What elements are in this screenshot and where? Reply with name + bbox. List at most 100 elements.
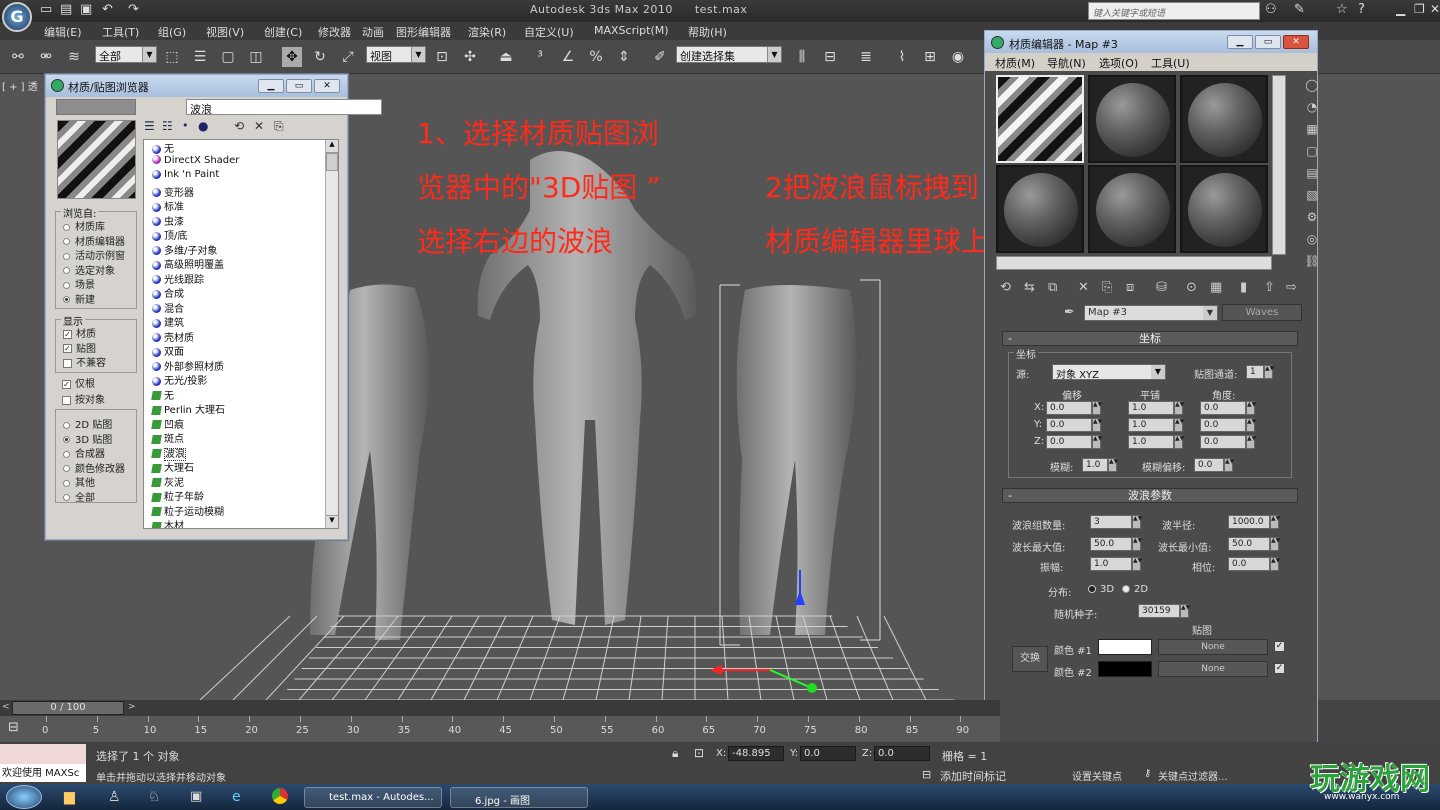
dist-3d-radio[interactable]: 3D: [1088, 584, 1114, 595]
map-type-radio-2[interactable]: 合成器: [63, 445, 105, 460]
named-selection-select[interactable]: 创建选择集 ▼: [676, 46, 782, 63]
close-button[interactable]: ✕: [1283, 35, 1309, 49]
slot-vscrollbar[interactable]: [1272, 75, 1286, 255]
material-editor-icon[interactable]: ◉: [948, 47, 968, 67]
new-file-icon[interactable]: ▭: [40, 2, 52, 17]
dist-2d-radio[interactable]: 2D: [1122, 584, 1148, 595]
close-icon[interactable]: ✕: [1430, 2, 1440, 16]
by-object-checkbox[interactable]: 按对象: [62, 391, 105, 406]
browse-from-radio-0[interactable]: 材质库: [63, 218, 105, 233]
scroll-thumb[interactable]: [326, 153, 338, 171]
browse-from-radio-3[interactable]: 选定对象: [63, 262, 115, 277]
show-checkbox-2[interactable]: 不兼容: [63, 354, 106, 369]
unlink-icon[interactable]: ⚮: [36, 47, 56, 67]
browse-from-radio-1[interactable]: 材质编辑器: [63, 233, 125, 248]
browser-list-item[interactable]: 光线跟踪: [144, 271, 338, 286]
wave-len-max-spinner[interactable]: 50.0 ▲▼: [1090, 537, 1142, 551]
assign-material-icon[interactable]: ⧉: [1048, 280, 1057, 295]
align-icon[interactable]: ⊟: [820, 47, 840, 67]
browser-list-item[interactable]: 建筑: [144, 314, 338, 329]
show-checkbox-0[interactable]: ✓ 材质: [63, 325, 96, 340]
browser-search-input[interactable]: 波浪: [186, 99, 382, 116]
num-wave-sets-spinner[interactable]: 3 ▲▼: [1090, 515, 1142, 529]
ref-coord-select[interactable]: 视图 ▼: [366, 46, 426, 63]
sample-type-icon[interactable]: ◯: [1304, 78, 1320, 94]
search-input[interactable]: 键入关键字或短语: [1088, 2, 1260, 20]
browser-list-item[interactable]: 斑点: [144, 430, 338, 445]
sample-slot-5[interactable]: [1088, 165, 1176, 253]
time-tag-icon[interactable]: ⊟: [922, 768, 931, 781]
browser-list-item[interactable]: 粒子年龄: [144, 488, 338, 503]
sample-slot-3[interactable]: [1180, 75, 1268, 163]
track-view-icon[interactable]: ⊟: [8, 720, 19, 735]
eyedropper-icon[interactable]: ✒: [1064, 305, 1075, 320]
app-icon-3[interactable]: ▣: [190, 789, 202, 804]
browser-list-item[interactable]: 灰泥: [144, 474, 338, 489]
key-icon[interactable]: ⚷: [1144, 768, 1151, 779]
map-type-radio-0[interactable]: 2D 贴图: [63, 416, 112, 431]
browser-list-item[interactable]: 凹痕: [144, 416, 338, 431]
color1-swatch[interactable]: [1098, 639, 1152, 655]
show-end-result-icon[interactable]: ▮: [1240, 280, 1247, 295]
color1-map-button[interactable]: None: [1158, 639, 1268, 655]
make-unique-icon[interactable]: ⧈: [1126, 280, 1134, 295]
options-icon[interactable]: ⚙: [1304, 210, 1320, 226]
move-icon[interactable]: ✥: [282, 47, 302, 67]
taskbar-3dsmax[interactable]: test.max - Autodes...: [304, 787, 442, 808]
menu-item-8[interactable]: 渲染(R): [468, 24, 506, 40]
sample-slot-6[interactable]: [1180, 165, 1268, 253]
view-small-icons-icon[interactable]: •: [182, 119, 189, 132]
spinner-snap-icon[interactable]: ⇕: [614, 47, 634, 67]
wave-params-rollout-header[interactable]: - 波浪参数: [1002, 488, 1298, 503]
scroll-up-button[interactable]: ▲: [326, 140, 338, 153]
rect-selection-icon[interactable]: ▢: [218, 47, 238, 67]
maximize-button[interactable]: ▭: [286, 79, 312, 93]
z-coord-field[interactable]: 0.0: [874, 746, 930, 761]
browser-titlebar[interactable]: 材质/贴图浏览器 ▁ ▭ ✕: [46, 75, 347, 97]
transform-gizmo[interactable]: [700, 570, 840, 700]
put-to-scene-icon[interactable]: ⇆: [1024, 280, 1035, 295]
set-key-button[interactable]: 设置关键点: [1072, 768, 1122, 783]
scale-icon[interactable]: ⤢: [338, 47, 358, 67]
close-button[interactable]: ✕: [314, 79, 340, 93]
source-select[interactable]: 对象 XYZ ▼: [1052, 364, 1166, 381]
browser-list-item[interactable]: 外部参照材质: [144, 358, 338, 373]
offset-spinner[interactable]: 0.0 ▲▼: [1046, 435, 1102, 449]
ie-icon[interactable]: e: [232, 789, 241, 805]
restore-icon[interactable]: ❐: [1414, 2, 1425, 16]
undo-icon[interactable]: ↶: [102, 2, 113, 17]
browser-list-item[interactable]: 波浪: [144, 445, 338, 461]
time-slider-thumb[interactable]: 0 / 100: [12, 701, 124, 715]
mat-editor-titlebar[interactable]: 材质编辑器 - Map #3 ▁ ▭ ✕: [985, 31, 1317, 53]
browser-list-item[interactable]: 变形器: [144, 184, 338, 199]
pivot-icon[interactable]: ⊡: [432, 47, 452, 67]
sample-slot-4[interactable]: [996, 165, 1084, 253]
chrome-icon[interactable]: [272, 788, 288, 804]
sample-slot-1[interactable]: [996, 75, 1084, 163]
layer-manager-icon[interactable]: ≣: [856, 47, 876, 67]
window-crossing-icon[interactable]: ◫: [246, 47, 266, 67]
swap-button[interactable]: 交换: [1012, 646, 1048, 672]
browser-list-item[interactable]: 无光/投影: [144, 372, 338, 387]
phase-spinner[interactable]: 0.0 ▲▼: [1228, 557, 1280, 571]
browser-list-item[interactable]: 顶/底: [144, 227, 338, 242]
browser-list-item[interactable]: 无: [144, 140, 338, 155]
show-map-icon[interactable]: ▦: [1210, 280, 1222, 295]
backlight-icon[interactable]: ◔: [1304, 100, 1320, 116]
percent-snap-icon[interactable]: %: [586, 47, 606, 67]
redo-icon[interactable]: ↷: [128, 2, 139, 17]
minimize-button[interactable]: ▁: [258, 79, 284, 93]
browser-list-item[interactable]: 标准: [144, 198, 338, 213]
browser-list-item[interactable]: 多维/子对象: [144, 242, 338, 257]
view-large-icons-icon[interactable]: ●: [198, 119, 208, 133]
lock-icon[interactable]: 🔒︎: [672, 746, 678, 761]
browse-from-radio-2[interactable]: 活动示例窗: [63, 247, 125, 262]
browser-list-item[interactable]: 虫漆: [144, 213, 338, 228]
map-type-radio-4[interactable]: 其他: [63, 474, 95, 489]
reset-map-icon[interactable]: ✕: [1078, 280, 1089, 295]
mat-editor-menu-item-3[interactable]: 工具(U): [1151, 55, 1190, 71]
video-check-icon[interactable]: ▤: [1304, 166, 1320, 182]
clear-icon[interactable]: ⎘: [274, 119, 284, 134]
browser-list-item[interactable]: 合成: [144, 285, 338, 300]
map-type-radio-1[interactable]: 3D 贴图: [63, 431, 112, 446]
